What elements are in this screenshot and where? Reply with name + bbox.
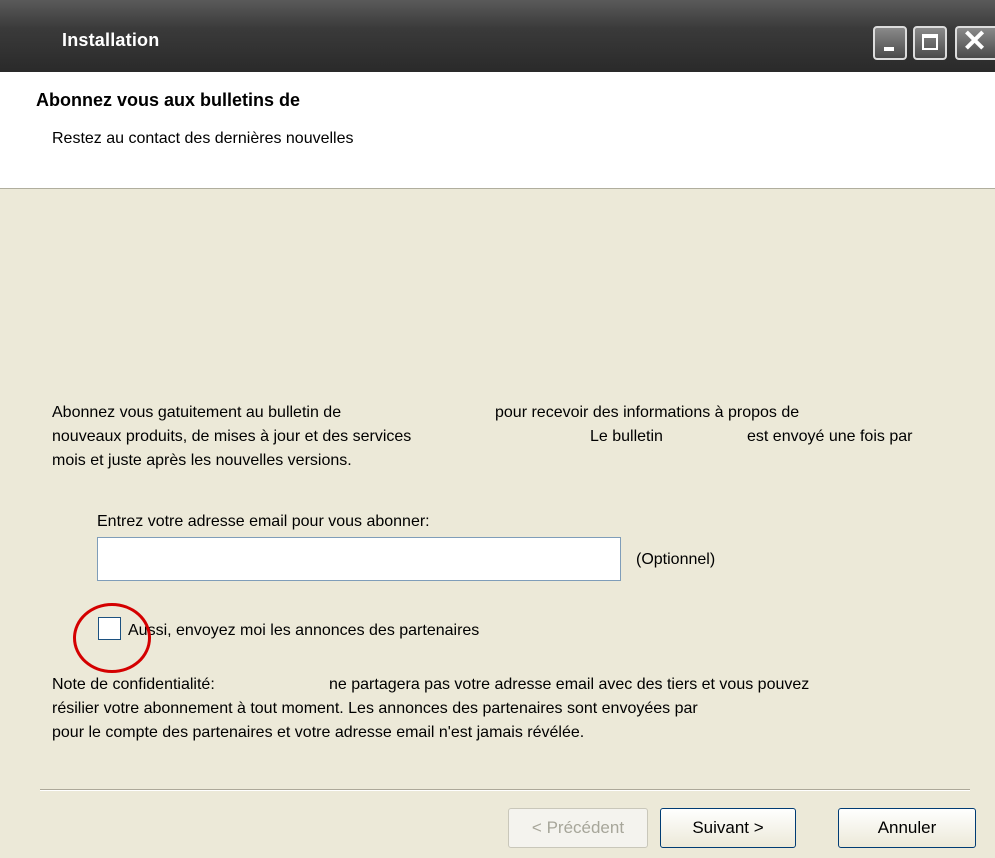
maximize-icon	[922, 34, 938, 50]
intro-text-2c: est envoyé une fois par	[747, 428, 913, 445]
title-bar[interactable]: Installation ✕	[0, 0, 995, 73]
close-icon: ✕	[962, 25, 988, 58]
email-label: Entrez votre adresse email pour vous abo…	[97, 513, 430, 530]
intro-text-3: mois et juste après les nouvelles versio…	[52, 452, 352, 469]
privacy-text-1b: ne partagera pas votre adresse email ave…	[329, 676, 810, 693]
privacy-text-2: résilier votre abonnement à tout moment.…	[52, 700, 698, 717]
email-input[interactable]	[97, 537, 621, 581]
close-button[interactable]: ✕	[955, 25, 995, 60]
footer-separator	[40, 789, 970, 791]
intro-text-2b: Le bulletin	[590, 428, 663, 445]
previous-button[interactable]: < Précédent	[508, 808, 648, 848]
intro-text-2a: nouveaux produits, de mises à jour et de…	[52, 428, 412, 445]
page-subtitle: Restez au contact des dernières nouvelle…	[52, 130, 354, 147]
next-button[interactable]: Suivant >	[660, 808, 796, 848]
privacy-text-1a: Note de confidentialité:	[52, 676, 215, 693]
partner-checkbox-label[interactable]: Aussi, envoyez moi les annonces des part…	[128, 619, 479, 642]
maximize-button[interactable]	[913, 26, 947, 60]
optional-label: (Optionnel)	[636, 551, 716, 568]
wizard-header: Abonnez vous aux bulletins de Restez au …	[0, 72, 995, 189]
window-title: Installation	[62, 30, 160, 50]
intro-text-1b: pour recevoir des informations à propos …	[495, 404, 800, 421]
cancel-button[interactable]: Annuler	[838, 808, 976, 848]
page-title: Abonnez vous aux bulletins de	[36, 90, 301, 110]
privacy-text-3: pour le compte des partenaires et votre …	[52, 724, 585, 741]
intro-text-1a: Abonnez vous gatuitement au bulletin de	[52, 404, 342, 421]
highlight-circle	[73, 603, 151, 673]
minimize-button[interactable]	[873, 26, 907, 60]
minimize-icon	[884, 47, 894, 51]
